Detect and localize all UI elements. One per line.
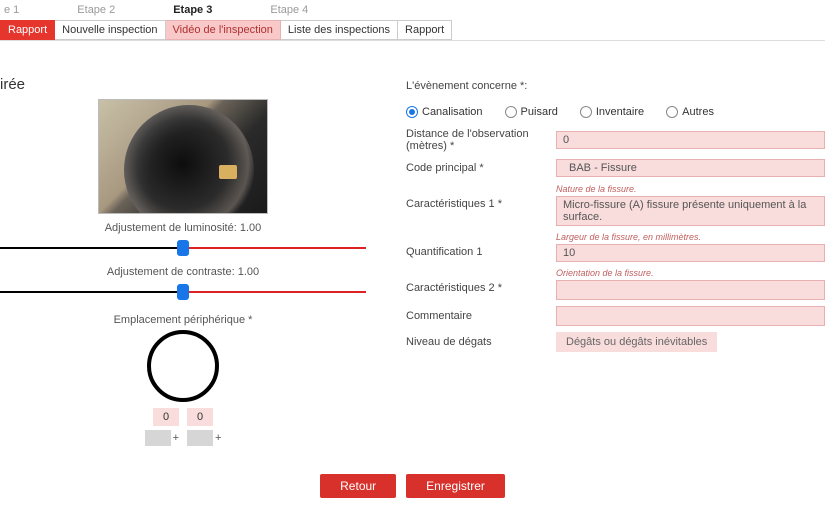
step-3[interactable]: Etape 3: [169, 2, 216, 18]
quant-field[interactable]: 10: [556, 244, 825, 262]
periph-circle[interactable]: [147, 330, 219, 402]
left-title: irée: [0, 76, 366, 93]
radio-autres[interactable]: Autres: [666, 106, 714, 118]
radio-puisard[interactable]: Puisard: [505, 106, 558, 118]
radio-inventaire[interactable]: Inventaire: [580, 106, 644, 118]
save-button[interactable]: Enregistrer: [406, 474, 505, 498]
concern-label: L'évènement concerne *:: [406, 80, 556, 92]
radio-label: Canalisation: [422, 106, 483, 118]
tab-liste-inspections[interactable]: Liste des inspections: [281, 20, 398, 40]
bottom-bar: Retour Enregistrer: [0, 474, 825, 498]
contrast-label: Adjustement de contraste: 1.00: [107, 266, 259, 278]
periph-value-2[interactable]: 0: [187, 408, 213, 426]
periph-stepper-2[interactable]: [187, 430, 213, 446]
plus-icon: +: [215, 432, 221, 444]
quant-hint: Largeur de la fissure, en millimètres.: [556, 232, 825, 242]
niveau-label: Niveau de dégats: [406, 336, 556, 348]
step-1[interactable]: e 1: [0, 2, 23, 18]
back-button[interactable]: Retour: [320, 474, 396, 498]
contrast-slider[interactable]: [0, 282, 366, 302]
step-4[interactable]: Etape 4: [266, 2, 312, 18]
tab-bar: Rapport Nouvelle inspection Vidéo de l'i…: [0, 20, 825, 41]
carac1-label: Caractéristiques 1 *: [406, 184, 556, 210]
video-preview[interactable]: [98, 99, 268, 214]
distance-field[interactable]: 0: [556, 131, 825, 149]
radio-canalisation[interactable]: Canalisation: [406, 106, 483, 118]
niveau-button[interactable]: Dégâts ou dégâts inévitables: [556, 332, 717, 352]
carac2-label: Caractéristiques 2 *: [406, 268, 556, 294]
code-field[interactable]: BAB - Fissure: [556, 159, 825, 177]
comment-label: Commentaire: [406, 310, 556, 322]
radio-label: Inventaire: [596, 106, 644, 118]
quant-label: Quantification 1: [406, 232, 556, 258]
step-2[interactable]: Etape 2: [73, 2, 119, 18]
step-bar: e 1 Etape 2 Etape 3 Etape 4: [0, 0, 825, 20]
carac2-field[interactable]: [556, 280, 825, 300]
code-label: Code principal *: [406, 162, 556, 174]
tab-video-inspection[interactable]: Vidéo de l'inspection: [166, 20, 281, 40]
concern-radio-group: Canalisation Puisard Inventaire Autres: [406, 106, 714, 118]
carac1-field[interactable]: Micro-fissure (A) fissure présente uniqu…: [556, 196, 825, 226]
brightness-slider[interactable]: [0, 238, 366, 258]
comment-field[interactable]: [556, 306, 825, 326]
periph-label: Emplacement périphérique *: [0, 314, 366, 326]
brightness-thumb[interactable]: [177, 240, 189, 256]
tab-rapport[interactable]: Rapport: [0, 20, 55, 40]
contrast-thumb[interactable]: [177, 284, 189, 300]
carac2-hint: Orientation de la fissure.: [556, 268, 825, 278]
distance-label: Distance de l'observation (mètres) *: [406, 128, 556, 152]
radio-label: Puisard: [521, 106, 558, 118]
plus-icon: +: [173, 432, 179, 444]
tab-rapport-2[interactable]: Rapport: [398, 20, 452, 40]
carac1-hint: Nature de la fissure.: [556, 184, 825, 194]
periph-value-1[interactable]: 0: [153, 408, 179, 426]
brightness-label: Adjustement de luminosité: 1.00: [105, 222, 262, 234]
tab-nouvelle-inspection[interactable]: Nouvelle inspection: [55, 20, 165, 40]
radio-label: Autres: [682, 106, 714, 118]
periph-stepper-1[interactable]: [145, 430, 171, 446]
